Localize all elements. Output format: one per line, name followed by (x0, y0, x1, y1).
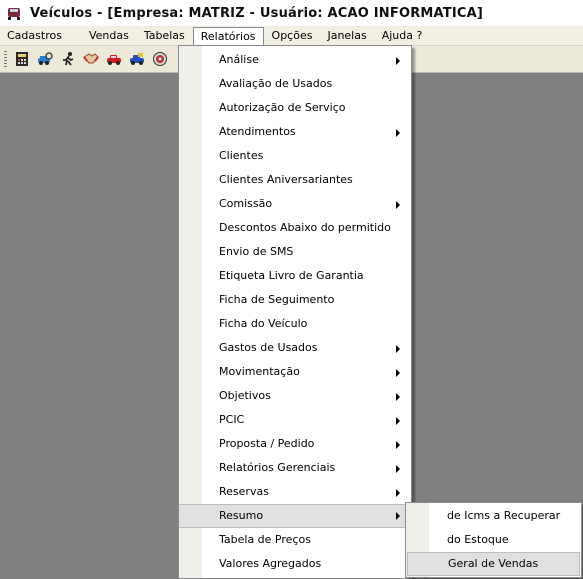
submenu-arrow-icon (396, 489, 400, 497)
menu-cadastros[interactable]: Cadastros (0, 27, 69, 44)
menu-item-envio-de-sms[interactable]: Envio de SMS (179, 240, 409, 264)
submenu-arrow-icon (396, 465, 400, 473)
menu-relatorios[interactable]: Relatórios (192, 26, 264, 46)
submenu-item-label: de Icms a Recuperar (447, 509, 561, 522)
menu-item-gastos-de-usados[interactable]: Gastos de Usados (179, 336, 409, 360)
menu-item-ficha-do-veiculo[interactable]: Ficha do Veículo (179, 312, 409, 336)
menu-item-label: Proposta / Pedido (219, 437, 315, 450)
menu-item-label: Descontos Abaixo do permitido (219, 221, 391, 234)
menu-item-label: Movimentação (219, 365, 300, 378)
menu-item-label: Autorização de Serviço (219, 101, 346, 114)
menu-item-label: Clientes (219, 149, 264, 162)
menu-item-label: Objetivos (219, 389, 271, 402)
running-man-icon (63, 52, 74, 66)
menu-item-tabela-de-precos[interactable]: Tabela de Preços (179, 528, 409, 552)
menu-item-label: Relatórios Gerenciais (219, 461, 336, 474)
submenu-arrow-icon (396, 57, 400, 65)
submenu-arrow-icon (396, 345, 400, 353)
menu-opcoes[interactable]: Opções (265, 27, 320, 44)
disc-icon (153, 52, 167, 66)
submenu-item-geral-de-vendas[interactable]: Geral de Vendas (407, 552, 580, 576)
menu-janelas[interactable]: Janelas (320, 27, 373, 44)
menu-item-atendimentos[interactable]: Atendimentos (179, 120, 409, 144)
menu-item-proposta-pedido[interactable]: Proposta / Pedido (179, 432, 409, 456)
submenu-arrow-icon (396, 417, 400, 425)
menu-item-label: Resumo (219, 509, 264, 522)
blue-car-button[interactable] (127, 49, 147, 69)
submenu-item-do-estoque[interactable]: do Estoque (406, 528, 579, 552)
menu-item-label: Reservas (219, 485, 269, 498)
menu-item-comissao[interactable]: Comissão (179, 192, 409, 216)
menu-item-etiqueta-livro-garantia[interactable]: Etiqueta Livro de Garantia (179, 264, 409, 288)
relatorios-dropdown: Análise Avaliação de Usados Autorização … (178, 45, 412, 579)
menu-item-label: Etiqueta Livro de Garantia (219, 269, 364, 282)
menu-item-label: Avaliação de Usados (219, 77, 333, 90)
menu-item-descontos-abaixo[interactable]: Descontos Abaixo do permitido (179, 216, 409, 240)
handshake-button[interactable] (81, 49, 101, 69)
app-car-icon (8, 8, 20, 20)
menu-item-reservas[interactable]: Reservas (179, 480, 409, 504)
menu-item-label: Gastos de Usados (219, 341, 318, 354)
menu-item-valores-agregados[interactable]: Valores Agregados (179, 552, 409, 576)
menu-tabelas[interactable]: Tabelas (137, 27, 192, 44)
car-search-button[interactable] (35, 49, 55, 69)
menu-item-autorizacao-de-servico[interactable]: Autorização de Serviço (179, 96, 409, 120)
submenu-arrow-icon (396, 393, 400, 401)
menu-item-analise[interactable]: Análise (179, 48, 409, 72)
submenu-arrow-icon (396, 512, 400, 520)
toolbar-grip[interactable] (4, 51, 7, 67)
red-car-icon (107, 55, 121, 65)
menu-item-label: Ficha de Seguimento (219, 293, 335, 306)
submenu-arrow-icon (396, 369, 400, 377)
menu-item-objetivos[interactable]: Objetivos (179, 384, 409, 408)
calculator-button[interactable] (12, 49, 32, 69)
title-bar: Veículos - [Empresa: MATRIZ - Usuário: A… (0, 0, 583, 27)
resumo-submenu: de Icms a Recuperar do Estoque Geral de … (405, 502, 582, 578)
running-man-button[interactable] (58, 49, 78, 69)
menu-item-label: Envio de SMS (219, 245, 294, 258)
menu-item-label: Atendimentos (219, 125, 296, 138)
menu-item-avaliacao-de-usados[interactable]: Avaliação de Usados (179, 72, 409, 96)
submenu-item-label: Geral de Vendas (448, 557, 539, 570)
menu-item-label: Comissão (219, 197, 273, 210)
menu-item-resumo[interactable]: Resumo (179, 504, 409, 528)
menu-item-label: Análise (219, 53, 259, 66)
menu-item-label: Tabela de Preços (219, 533, 311, 546)
menu-item-pcic[interactable]: PCIC (179, 408, 409, 432)
calculator-icon (16, 52, 28, 66)
submenu-item-label: do Estoque (447, 533, 509, 546)
menu-item-label: Ficha do Veículo (219, 317, 308, 330)
submenu-item-icms-a-recuperar[interactable]: de Icms a Recuperar (406, 504, 579, 528)
red-car-button[interactable] (104, 49, 124, 69)
menu-item-label: PCIC (219, 413, 245, 426)
submenu-arrow-icon (396, 129, 400, 137)
disc-button[interactable] (150, 49, 170, 69)
menu-ajuda[interactable]: Ajuda ? (375, 27, 430, 44)
window-title: Veículos - [Empresa: MATRIZ - Usuário: A… (30, 5, 484, 21)
menu-item-label: Clientes Aniversariantes (219, 173, 353, 186)
menu-item-label: Valores Agregados (219, 557, 322, 570)
menu-bar: Cadastros Vendas Tabelas Relatórios Opçõ… (0, 26, 583, 46)
car-search-icon (38, 52, 53, 65)
blue-car-icon (130, 53, 144, 65)
menu-item-clientes-aniversariantes[interactable]: Clientes Aniversariantes (179, 168, 409, 192)
handshake-icon (83, 53, 99, 64)
menu-item-relatorios-gerenciais[interactable]: Relatórios Gerenciais (179, 456, 409, 480)
menu-item-movimentacao[interactable]: Movimentação (179, 360, 409, 384)
submenu-arrow-icon (396, 201, 400, 209)
menu-vendas[interactable]: Vendas (82, 27, 136, 44)
menu-item-clientes[interactable]: Clientes (179, 144, 409, 168)
menu-item-ficha-de-seguimento[interactable]: Ficha de Seguimento (179, 288, 409, 312)
submenu-arrow-icon (396, 441, 400, 449)
